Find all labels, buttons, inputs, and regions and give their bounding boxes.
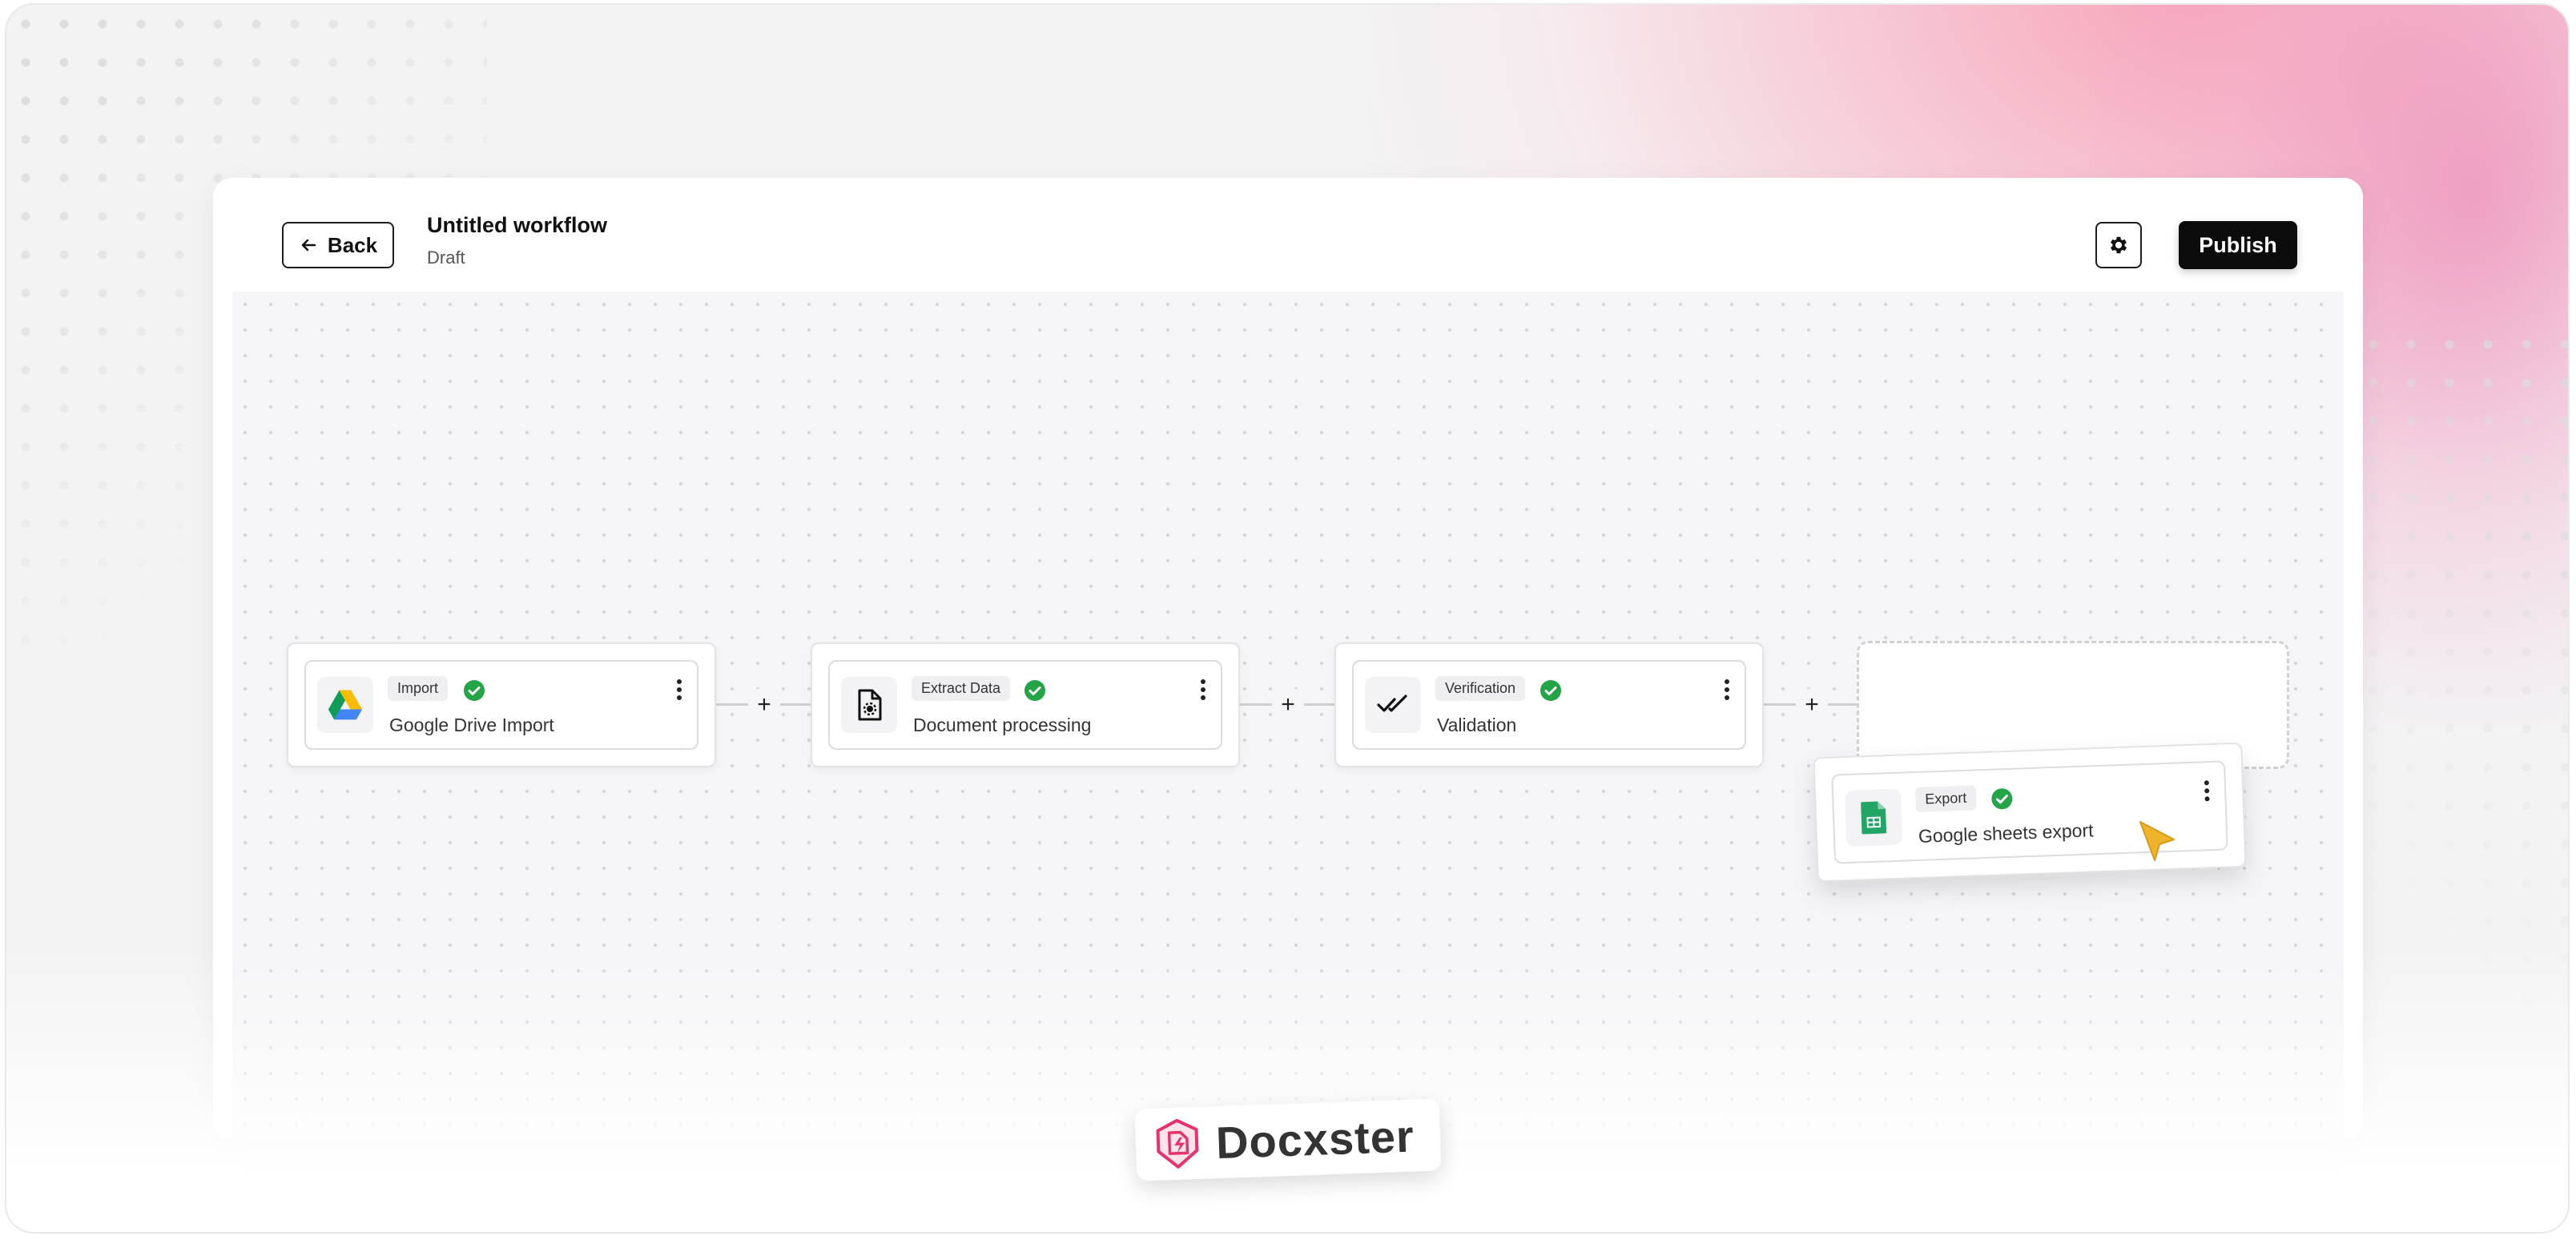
node-card[interactable]: Verification Validation	[1352, 660, 1746, 750]
double-check-icon	[1377, 694, 1407, 712]
node-tag: Extract Data	[912, 676, 1011, 701]
node-icon-box	[1844, 788, 1903, 847]
node-icon-box	[841, 677, 897, 733]
more-options-icon[interactable]	[2202, 779, 2212, 803]
publish-button[interactable]: Publish	[2179, 221, 2297, 269]
workflow-node-extract[interactable]: Extract Data Document processing	[811, 642, 1240, 767]
arrow-left-icon	[301, 239, 316, 252]
node-label: Google sheets export	[1918, 819, 2094, 847]
workflow-node-verification[interactable]: Verification Validation	[1334, 642, 1764, 767]
more-options-icon[interactable]	[1198, 678, 1208, 702]
node-label: Validation	[1437, 715, 1517, 735]
node-label: Google Drive Import	[389, 715, 554, 735]
cursor-arrow-icon	[2139, 821, 2175, 861]
add-step-button[interactable]: +	[1796, 689, 1828, 721]
node-card[interactable]: Import Google Drive Import	[304, 660, 698, 750]
google-sheets-icon	[1861, 801, 1887, 835]
check-circle-icon	[1991, 788, 2013, 810]
gear-icon	[2110, 236, 2127, 254]
workflow-node-import[interactable]: Import Google Drive Import	[287, 642, 716, 767]
node-icon-box	[1365, 677, 1421, 733]
document-gear-icon	[858, 689, 882, 721]
check-circle-icon	[1540, 680, 1561, 701]
check-circle-icon	[464, 680, 485, 701]
node-tag: Import	[388, 676, 449, 701]
node-tag: Export	[1914, 785, 1977, 812]
workflow-title-block: Untitled workflow Draft	[427, 213, 607, 268]
background-fade	[6, 944, 2568, 1232]
google-drive-icon	[328, 690, 363, 720]
workflow-node-export[interactable]: Export Google sheets export	[1813, 742, 2247, 883]
workflow-title[interactable]: Untitled workflow	[427, 213, 607, 238]
brand-logo-card: Docxster	[1134, 1098, 1442, 1182]
editor-header: Back Untitled workflow Draft Publish	[213, 178, 2363, 292]
workflow-status: Draft	[427, 248, 465, 268]
settings-button[interactable]	[2095, 222, 2142, 268]
node-icon-box	[317, 677, 373, 733]
more-options-icon[interactable]	[674, 678, 684, 702]
docxster-logo-icon	[1156, 1118, 1199, 1169]
brand-name: Docxster	[1214, 1110, 1415, 1168]
check-circle-icon	[1024, 680, 1045, 701]
add-step-button[interactable]: +	[748, 689, 780, 721]
node-tag: Verification	[1435, 676, 1526, 701]
back-button-label: Back	[327, 232, 378, 257]
more-options-icon[interactable]	[1722, 678, 1732, 702]
node-card[interactable]: Extract Data Document processing	[828, 660, 1222, 750]
add-step-button[interactable]: +	[1272, 689, 1304, 721]
node-label: Document processing	[913, 715, 1092, 735]
back-button[interactable]: Back	[282, 222, 394, 268]
